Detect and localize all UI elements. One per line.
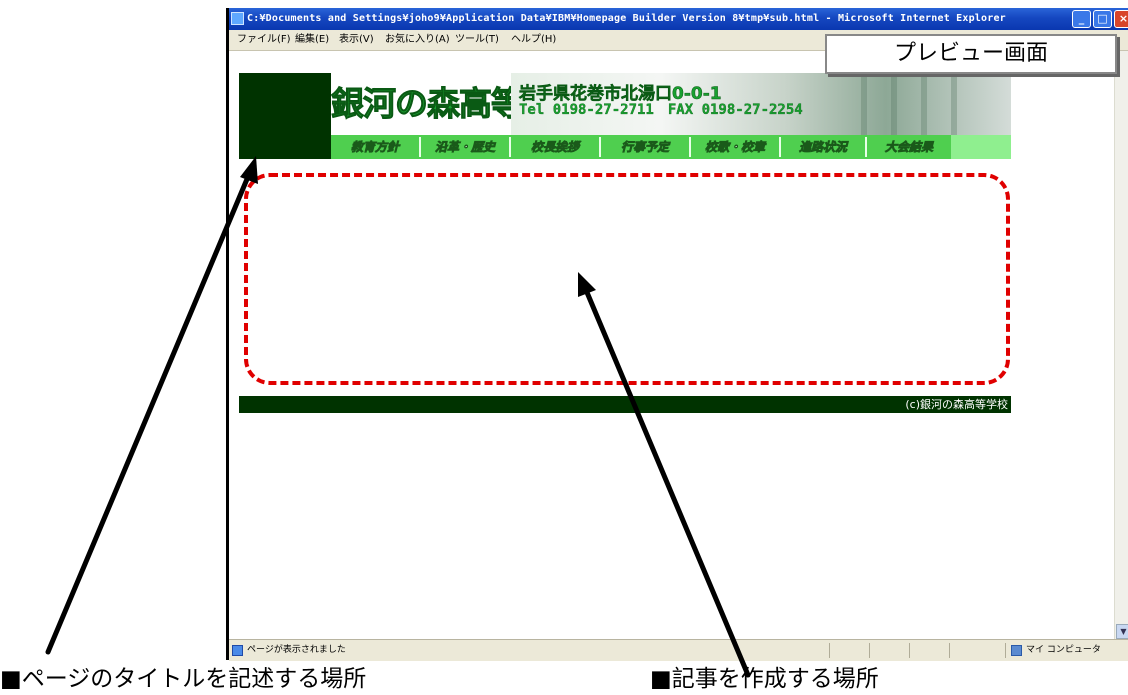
vertical-scrollbar[interactable]: ▼ [1114,51,1128,639]
site-banner: 銀河の森高等学校 岩手県花巻市北湯口0-0-1 Tel 0198-27-2711… [331,73,1011,135]
nav-item-career[interactable]: 進路状況 [781,135,865,159]
preview-label: プレビュー画面 [825,34,1117,74]
nav-item-results[interactable]: 大会結果 [867,135,951,159]
banner-photo: 岩手県花巻市北湯口0-0-1 Tel 0198-27-2711 FAX 0198… [511,73,1011,135]
school-name: 銀河の森高等学校 [331,84,589,124]
maximize-button[interactable]: □ [1093,10,1112,28]
window-title: C:¥Documents and Settings¥joho9¥Applicat… [247,13,1006,24]
site-nav: 教育方針 沿革・歴史 校長挨拶 行事予定 校歌・校章 進路状況 大会結果 [331,135,1011,159]
article-region[interactable] [244,173,1010,385]
status-bar: ページが表示されました マイ コンピュータ [229,639,1128,661]
status-text: ページが表示されました [247,645,346,655]
title-area-caption: ■ページのタイトルを記述する場所 [0,666,367,692]
nav-item-song-emblem[interactable]: 校歌・校章 [691,135,779,159]
page-content: 銀河の森高等学校 岩手県花巻市北湯口0-0-1 Tel 0198-27-2711… [229,51,1128,639]
menu-tools[interactable]: ツール(T) [455,30,499,50]
ie-app-icon [231,12,244,25]
menu-view[interactable]: 表示(V) [339,30,374,50]
nav-item-history[interactable]: 沿革・歴史 [421,135,509,159]
page-icon [232,645,243,656]
school-contact: Tel 0198-27-2711 FAX 0198-27-2254 [519,102,803,118]
minimize-button[interactable]: _ [1072,10,1091,28]
menu-edit[interactable]: 編集(E) [295,30,329,50]
close-button[interactable]: × [1114,10,1128,28]
nav-item-policy[interactable]: 教育方針 [331,135,419,159]
title-bar[interactable]: C:¥Documents and Settings¥joho9¥Applicat… [229,8,1128,30]
menu-help[interactable]: ヘルプ(H) [511,30,556,50]
nav-strip: 教育方針 沿革・歴史 校長挨拶 行事予定 校歌・校章 進路状況 大会結果 [331,135,951,159]
page-title-block [239,73,331,159]
security-zone: マイ コンピュータ [1026,645,1101,655]
site-footer: (c)銀河の森高等学校 [239,396,1011,413]
article-area-caption: ■記事を作成する場所 [650,666,879,692]
scroll-down-icon[interactable]: ▼ [1116,624,1128,639]
browser-window: C:¥Documents and Settings¥joho9¥Applicat… [226,8,1128,661]
nav-item-events[interactable]: 行事予定 [601,135,689,159]
computer-icon [1011,645,1022,656]
title-pointer-arrow [45,169,253,655]
menu-file[interactable]: ファイル(F) [237,30,291,50]
nav-item-greeting[interactable]: 校長挨拶 [511,135,599,159]
menu-favorites[interactable]: お気に入り(A) [385,30,450,50]
